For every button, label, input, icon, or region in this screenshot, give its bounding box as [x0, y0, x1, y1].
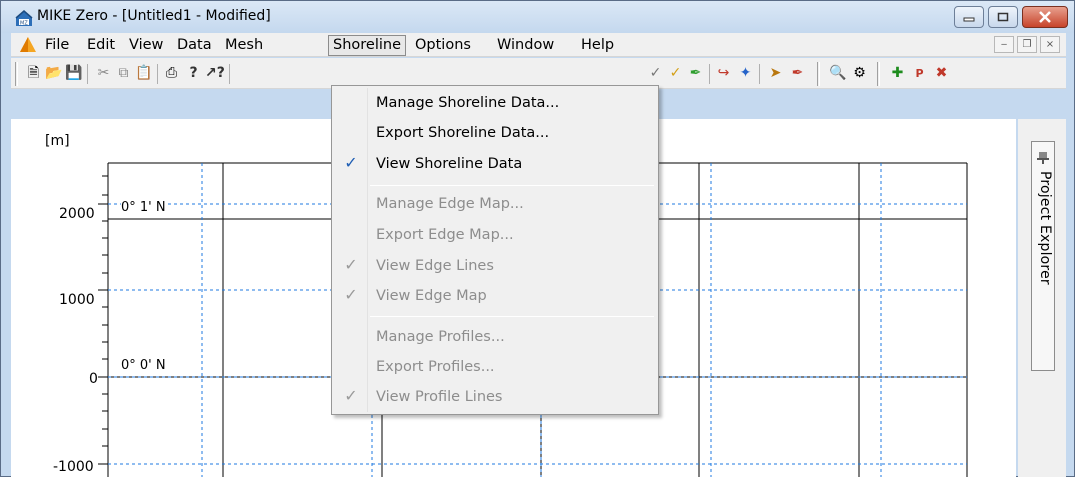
mike-zero-app-icon: MZ [15, 10, 33, 27]
menu-item-manage-profiles[interactable]: Manage Profiles... [376, 327, 505, 347]
point-select-icon[interactable]: P [911, 65, 928, 82]
minimize-button[interactable] [954, 6, 984, 28]
menu-mesh[interactable]: Mesh [221, 36, 267, 55]
save-icon[interactable]: 💾 [65, 65, 82, 82]
menu-item-view-profile-lines[interactable]: View Profile Lines [376, 387, 503, 407]
title-bar[interactable]: MZ MIKE Zero - [Untitled1 - Modified] [1, 1, 1074, 33]
paste-icon[interactable]: 📋 [135, 65, 152, 82]
edit-node-icon[interactable]: ✓ [647, 65, 664, 82]
menu-item-view-edge-map[interactable]: View Edge Map [376, 286, 487, 306]
menu-help[interactable]: Help [577, 36, 618, 55]
add-node-icon[interactable]: ✓ [667, 65, 684, 82]
toolbar-separator [87, 64, 88, 84]
new-icon[interactable]: 🗎 [25, 65, 42, 82]
settings-icon[interactable]: ⚙ [851, 65, 868, 82]
mdi-restore-button[interactable]: ❐ [1017, 36, 1037, 53]
print-icon[interactable]: ⎙ [163, 65, 180, 82]
main-window: MZ MIKE Zero - [Untitled1 - Modified] Fi… [0, 0, 1075, 477]
shoreline-dropdown-menu: Manage Shoreline Data... Export Shorelin… [331, 85, 659, 415]
y-tick-label: 2000 [59, 206, 95, 222]
toolbar-grip[interactable] [817, 62, 820, 86]
checkmark-icon: ✓ [344, 153, 358, 172]
menu-window[interactable]: Window [493, 36, 558, 55]
menu-item-export-profiles[interactable]: Export Profiles... [376, 357, 495, 377]
project-explorer-label: Project Explorer [1037, 171, 1053, 285]
close-icon [1039, 11, 1051, 23]
help-icon[interactable]: ? [185, 65, 202, 82]
menu-file[interactable]: File [41, 36, 73, 55]
pin-icon[interactable] [1036, 151, 1050, 165]
toolbar-grip[interactable] [877, 62, 880, 86]
menu-item-manage-edge-map[interactable]: Manage Edge Map... [376, 194, 524, 214]
toolbar-separator [157, 64, 158, 84]
toolbar-separator [759, 64, 760, 84]
maximize-button[interactable] [988, 6, 1018, 28]
checkmark-icon: ✓ [344, 285, 358, 304]
menu-options[interactable]: Options [411, 36, 475, 55]
toolbar-separator [709, 64, 710, 84]
context-help-icon[interactable]: ↗? [205, 65, 225, 82]
open-icon[interactable]: 📂 [45, 65, 62, 82]
checkmark-icon: ✓ [344, 255, 358, 274]
route-icon[interactable]: ↪ [715, 65, 732, 82]
menu-view[interactable]: View [125, 36, 167, 55]
window-title: MIKE Zero - [Untitled1 - Modified] [37, 8, 271, 24]
maximize-icon [997, 12, 1009, 22]
svg-text:MZ: MZ [20, 21, 28, 27]
menu-separator [370, 316, 654, 317]
toolbar-grip[interactable] [15, 62, 18, 86]
menu-data[interactable]: Data [173, 36, 216, 55]
checkmark-icon: ✓ [344, 386, 358, 405]
copy-icon[interactable]: ⧉ [115, 65, 132, 82]
minimize-icon [963, 17, 975, 22]
close-button[interactable] [1022, 6, 1068, 28]
mdi-close-button[interactable]: × [1040, 36, 1060, 53]
select-icon[interactable]: ➤ [767, 65, 784, 82]
delete-point-icon[interactable]: ✖ [933, 65, 950, 82]
add-point-icon[interactable]: ✚ [889, 65, 906, 82]
menu-item-export-shoreline-data[interactable]: Export Shoreline Data... [376, 123, 549, 143]
menu-item-export-edge-map[interactable]: Export Edge Map... [376, 225, 514, 245]
menu-bar: File Edit View Data Mesh Shoreline Optio… [11, 33, 1066, 57]
menu-item-manage-shoreline-data[interactable]: Manage Shoreline Data... [376, 93, 559, 113]
mdi-minimize-button[interactable]: ‒ [994, 36, 1014, 53]
menu-gutter [367, 88, 368, 412]
caption-buttons [954, 6, 1068, 28]
menu-shoreline[interactable]: Shoreline [328, 35, 406, 56]
brush-icon[interactable]: ✒ [789, 65, 806, 82]
menu-item-view-edge-lines[interactable]: View Edge Lines [376, 256, 494, 276]
cut-icon[interactable]: ✂ [95, 65, 112, 82]
find-icon[interactable]: 🔍 [829, 65, 846, 82]
menu-item-view-shoreline-data[interactable]: View Shoreline Data [376, 154, 522, 174]
menu-separator [370, 185, 654, 186]
latitude-label: 0° 1' N [121, 200, 166, 215]
y-tick-label: 1000 [59, 292, 95, 308]
interpolate-icon[interactable]: ✦ [737, 65, 754, 82]
mdi-buttons: ‒ ❐ × [994, 36, 1060, 53]
latitude-label: 0° 0' N [121, 358, 166, 373]
menu-edit[interactable]: Edit [83, 36, 119, 55]
paint-icon[interactable]: ✒ [687, 65, 704, 82]
y-tick-label: -1000 [53, 459, 94, 475]
y-tick-label: 0 [89, 371, 98, 387]
document-icon[interactable] [19, 36, 37, 54]
toolbar-separator [229, 64, 230, 84]
unit-label: [m] [45, 133, 70, 149]
